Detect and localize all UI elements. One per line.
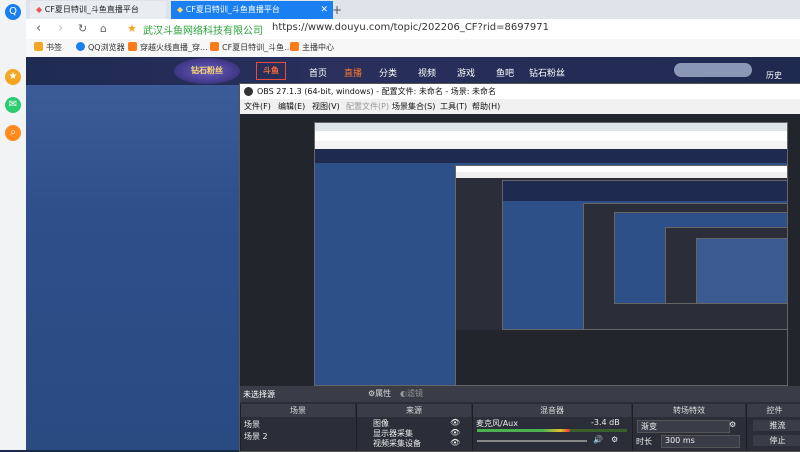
transition-select[interactable]: 渐变 (637, 420, 730, 433)
nav-live[interactable]: 直播 (344, 66, 362, 79)
preview-capture-4 (583, 203, 787, 329)
nav-yuba[interactable]: 鱼吧 (496, 66, 514, 79)
forward-icon[interactable]: › (58, 21, 63, 36)
preview-capture-1 (314, 122, 788, 386)
preview-capture-5 (614, 212, 787, 304)
start-streaming-button[interactable]: 推流 (753, 420, 800, 431)
menu-edit[interactable]: 编辑(E) (278, 101, 305, 112)
scene-item[interactable]: 场景 (244, 419, 260, 430)
address-bar: ‹ › ↻ ⌂ ★ 武汉斗鱼网络科技有限公司 https://www.douyu… (26, 19, 800, 40)
douyu-search-input[interactable] (674, 63, 752, 77)
speaker-icon[interactable]: 🔊 (593, 435, 603, 444)
filter-icon: ◐ (400, 389, 407, 398)
history-button[interactable]: 历史 (766, 70, 782, 81)
properties-button[interactable]: ⚙属性 (368, 388, 391, 399)
tab-2-active[interactable]: ◆ CF夏日特训_斗鱼直播平台 ✕ (171, 1, 333, 19)
url-input[interactable]: https://www.douyu.com/topic/202206_CF?ri… (272, 22, 549, 33)
bookmark-label: QQ浏览器 (88, 43, 125, 52)
preview-capture-7 (696, 238, 787, 303)
volume-meter-level (477, 429, 570, 432)
diamond-fans-emblem: 钻石粉丝 (174, 58, 240, 84)
transition-gear-icon[interactable]: ⚙ (729, 420, 736, 429)
favorites-icon[interactable]: ★ (5, 69, 21, 85)
home-icon[interactable]: ⌂ (100, 22, 107, 35)
transitions-dock: 转场特效 渐变 ⚙ 时长 300 ms (632, 404, 745, 451)
mixer-gear-icon[interactable]: ⚙ (611, 435, 618, 444)
new-tab-button[interactable]: + (326, 1, 348, 19)
bookmark-label: 穿越火线直播_穿... (140, 43, 208, 52)
preview-capture-6 (665, 227, 787, 303)
bookmark-cf-live[interactable]: 穿越火线直播_穿... (128, 42, 208, 53)
nav-diamond[interactable]: 钻石粉丝 (529, 66, 565, 79)
sources-dock: 来源 图像 显示器采集 视频采集设备 👁 👁 👁 (356, 404, 471, 451)
nav-home[interactable]: 首页 (309, 66, 327, 79)
bookmark-bar: 书签 QQ浏览器 穿越火线直播_穿... CF夏日特训_斗鱼... 主播中心 (26, 39, 800, 58)
visibility-eye-icon[interactable]: 👁 (450, 428, 460, 437)
obs-titlebar: OBS 27.1.3 (64-bit, windows) - 配置文件: 未命名… (240, 84, 800, 99)
back-icon[interactable]: ‹ (36, 21, 41, 36)
refresh-icon[interactable]: ↻ (78, 22, 87, 35)
bookmark-label: 书签 (46, 43, 62, 52)
volume-slider[interactable] (477, 440, 587, 442)
stop-button[interactable]: 停止 (753, 435, 800, 446)
obs-logo-icon (244, 87, 253, 96)
bookmark-cf-summer[interactable]: CF夏日特训_斗鱼... (210, 42, 292, 53)
controls-header: 控件 (747, 404, 800, 417)
sources-header: 来源 (357, 404, 471, 417)
obs-menubar: 文件(F) 编辑(E) 视图(V) 配置文件(P) 场景集合(S) 工具(T) … (240, 99, 800, 115)
favorite-star-icon[interactable]: ★ (127, 22, 137, 35)
properties-label: 属性 (375, 389, 392, 398)
menu-scene-collection[interactable]: 场景集合(S) (392, 101, 435, 112)
menu-file[interactable]: 文件(F) (244, 101, 271, 112)
bookmark-qq[interactable]: QQ浏览器 (76, 42, 125, 53)
site-certificate: 武汉斗鱼网络科技有限公司 (143, 26, 263, 37)
filters-button[interactable]: ◐滤镜 (400, 388, 423, 399)
scenes-header: 场景 (241, 404, 355, 417)
nav-video[interactable]: 视频 (418, 66, 436, 79)
wechat-icon[interactable]: ✉ (5, 97, 21, 113)
menu-help[interactable]: 帮助(H) (472, 101, 500, 112)
bookmark-label: CF夏日特训_斗鱼... (222, 43, 292, 52)
tab-2-label: CF夏日特训_斗鱼直播平台 (185, 5, 280, 14)
mixer-header: 混音器 (473, 404, 631, 417)
duration-label: 时长 (636, 437, 652, 446)
menu-profile[interactable]: 配置文件(P) (346, 101, 389, 112)
scene-item[interactable]: 场景 2 (244, 431, 268, 442)
menu-tools[interactable]: 工具(T) (440, 101, 467, 112)
qq-browser-icon[interactable]: Q (5, 4, 21, 20)
nav-category[interactable]: 分类 (379, 66, 397, 79)
audio-mixer-dock: 混音器 麦克风/Aux -3.4 dB 🔊 ⚙ (472, 404, 631, 451)
obs-preview[interactable] (240, 114, 800, 386)
source-toolbar: 未选择源 ⚙属性 ◐滤镜 (240, 386, 800, 402)
bookmark-folder[interactable]: 书签 (34, 42, 62, 53)
bookmark-streamer[interactable]: 主播中心 (290, 42, 334, 53)
douyu-logo[interactable]: 斗鱼 (256, 62, 286, 80)
transitions-header: 转场特效 (633, 404, 745, 417)
obs-window: OBS 27.1.3 (64-bit, windows) - 配置文件: 未命名… (239, 83, 800, 452)
mixer-track-name: 麦克风/Aux (476, 419, 518, 428)
browser-sidebar: Q ★ ✉ ⌕ (0, 0, 27, 450)
visibility-eye-icon[interactable]: 👁 (450, 438, 460, 447)
controls-dock: 控件 推流 停止 (746, 404, 800, 451)
obs-title: OBS 27.1.3 (64-bit, windows) - 配置文件: 未命名… (257, 87, 497, 96)
menu-view[interactable]: 视图(V) (312, 101, 340, 112)
no-source-selected: 未选择源 (243, 390, 275, 399)
source-item[interactable]: 视频采集设备 (373, 438, 421, 449)
duration-input[interactable]: 300 ms (661, 435, 740, 448)
preview-capture-2 (455, 165, 787, 385)
nav-game[interactable]: 游戏 (457, 66, 475, 79)
search-sidebar-icon[interactable]: ⌕ (5, 125, 21, 141)
bookmark-label: 主播中心 (302, 43, 334, 52)
tab-bar: ◆ CF夏日特训_斗鱼直播平台 ◆ CF夏日特训_斗鱼直播平台 ✕ + (26, 0, 800, 19)
scenes-dock: 场景 场景 场景 2 (240, 404, 355, 451)
filters-label: 滤镜 (406, 389, 423, 398)
tab-1[interactable]: ◆ CF夏日特训_斗鱼直播平台 (30, 1, 166, 19)
douyu-header: 钻石粉丝 斗鱼 首页 直播 分类 视频 游戏 鱼吧 钻石粉丝 历史 (26, 57, 800, 85)
preview-capture-3 (502, 180, 787, 330)
mixer-db-readout: -3.4 dB (591, 418, 620, 427)
visibility-eye-icon[interactable]: 👁 (450, 418, 460, 427)
tab-1-label: CF夏日特训_斗鱼直播平台 (44, 5, 139, 14)
